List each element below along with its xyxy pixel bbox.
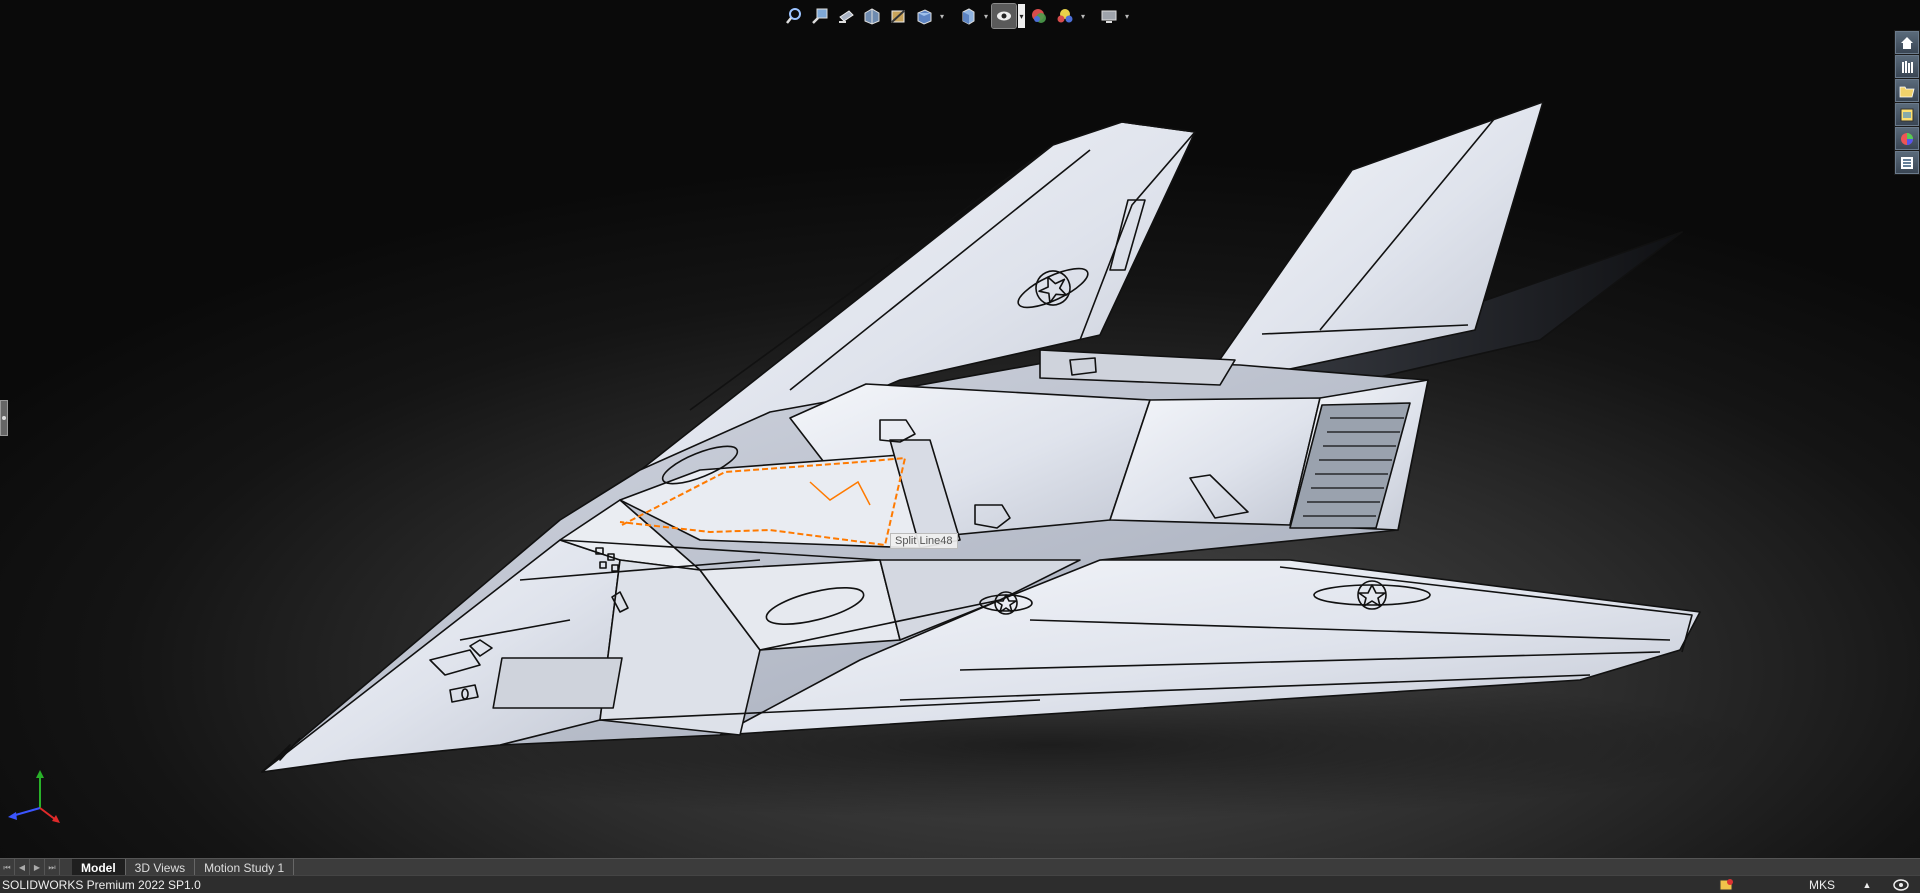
rebuild-icon[interactable] (1712, 876, 1742, 893)
solidworks-window: ▾ ▾ ▾ ▾ ▾ Split Line48 ⏮ ◀ ▶ ⏭ Model 3D … (0, 0, 1920, 893)
section-view-icon[interactable] (860, 4, 884, 28)
previous-tab-button[interactable]: ◀ (15, 859, 30, 876)
first-tab-button[interactable]: ⏮ (0, 859, 15, 876)
tab-model[interactable]: Model (72, 859, 126, 876)
zoom-to-fit-icon[interactable] (782, 4, 806, 28)
tab-motion-study-1[interactable]: Motion Study 1 (195, 859, 295, 876)
help-icon[interactable] (1882, 876, 1920, 893)
stealth-aircraft-model[interactable] (0, 0, 1920, 858)
custom-properties-icon[interactable] (1895, 151, 1919, 174)
next-tab-button[interactable]: ▶ (30, 859, 45, 876)
apply-scene-icon[interactable] (1053, 4, 1077, 28)
reference-triad-icon (8, 770, 60, 823)
appearances-icon[interactable] (1895, 127, 1919, 150)
previous-view-icon[interactable] (834, 4, 858, 28)
solidworks-resources-icon[interactable] (1895, 31, 1919, 54)
view-settings-icon[interactable] (1097, 4, 1121, 28)
model-tab-bar: ⏮ ◀ ▶ ⏭ Model 3D Views Motion Study 1 (0, 858, 1920, 876)
task-pane-tabs (1894, 30, 1920, 175)
view-orientation-icon[interactable] (912, 4, 936, 28)
aircraft-body (261, 101, 1701, 773)
view-settings-dropdown[interactable]: ▾ (1123, 4, 1131, 28)
unit-system-menu[interactable]: ▲ (1852, 876, 1882, 893)
display-style-dropdown[interactable]: ▾ (982, 4, 990, 28)
zoom-to-area-icon[interactable] (808, 4, 832, 28)
display-style-icon[interactable] (956, 4, 980, 28)
file-explorer-icon[interactable] (1895, 79, 1919, 102)
apply-scene-dropdown[interactable]: ▾ (1079, 4, 1087, 28)
graphics-area[interactable]: ▾ ▾ ▾ ▾ ▾ Split Line48 (0, 0, 1920, 858)
status-product-version: SOLIDWORKS Premium 2022 SP1.0 (2, 878, 201, 892)
view-palette-icon[interactable] (1895, 103, 1919, 126)
dynamic-annotation-icon[interactable] (886, 4, 910, 28)
selection-tooltip: Split Line48 (890, 533, 958, 549)
design-library-icon[interactable] (1895, 55, 1919, 78)
view-orientation-dropdown[interactable]: ▾ (938, 4, 946, 28)
hide-show-items-icon[interactable] (991, 3, 1017, 29)
last-tab-button[interactable]: ⏭ (45, 859, 60, 876)
heads-up-view-toolbar: ▾ ▾ ▾ ▾ ▾ (782, 3, 1131, 29)
status-bar: SOLIDWORKS Premium 2022 SP1.0 MKS ▲ (0, 875, 1920, 893)
tab-3d-views[interactable]: 3D Views (126, 859, 196, 876)
hide-show-dropdown[interactable]: ▾ (1018, 4, 1025, 28)
edit-appearance-icon[interactable] (1027, 4, 1051, 28)
feature-manager-collapse-handle[interactable] (0, 400, 8, 436)
unit-system[interactable]: MKS (1792, 876, 1852, 893)
